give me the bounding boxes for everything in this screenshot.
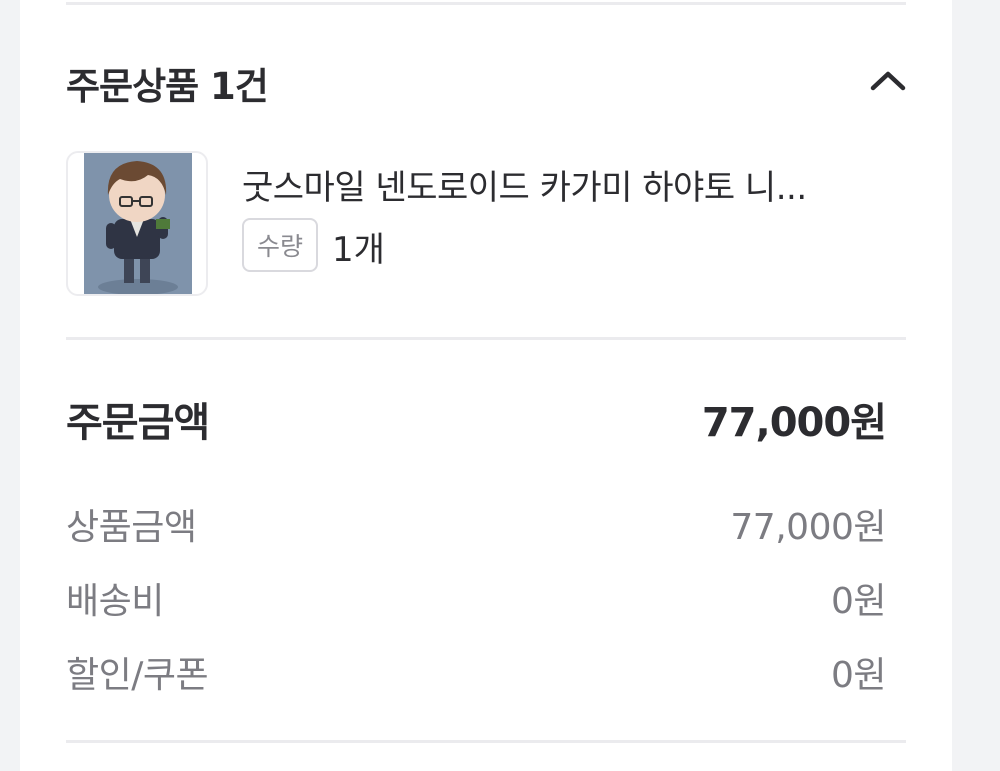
top-divider	[66, 2, 906, 5]
product-name[interactable]: 굿스마일 넨도로이드 카가미 하야토 니...	[242, 160, 902, 209]
collapse-button[interactable]	[866, 60, 910, 100]
product-amount-label: 상품금액	[66, 507, 197, 548]
shipping-fee-label: 배송비	[66, 581, 164, 622]
order-total-label: 주문금액	[66, 400, 210, 446]
shipping-fee-value: 0원	[830, 581, 887, 622]
chevron-up-icon	[870, 71, 906, 91]
quantity-badge: 수량	[242, 218, 318, 272]
quantity-value: 1개	[332, 230, 385, 270]
bottom-divider	[66, 740, 906, 743]
order-summary-card: 주문상품 1건 굿스마일 넨도로이드 카가미 하야토 니... 수량 1개 주문…	[20, 0, 952, 771]
product-image	[84, 153, 192, 294]
order-total-value: 77,000원	[701, 400, 887, 446]
discount-coupon-label: 할인/쿠폰	[66, 655, 209, 696]
discount-coupon-value: 0원	[830, 655, 887, 696]
product-amount-value: 77,000원	[730, 507, 886, 548]
order-items-title: 주문상품 1건	[66, 65, 269, 108]
section-divider	[66, 337, 906, 340]
product-thumbnail[interactable]	[66, 151, 208, 296]
